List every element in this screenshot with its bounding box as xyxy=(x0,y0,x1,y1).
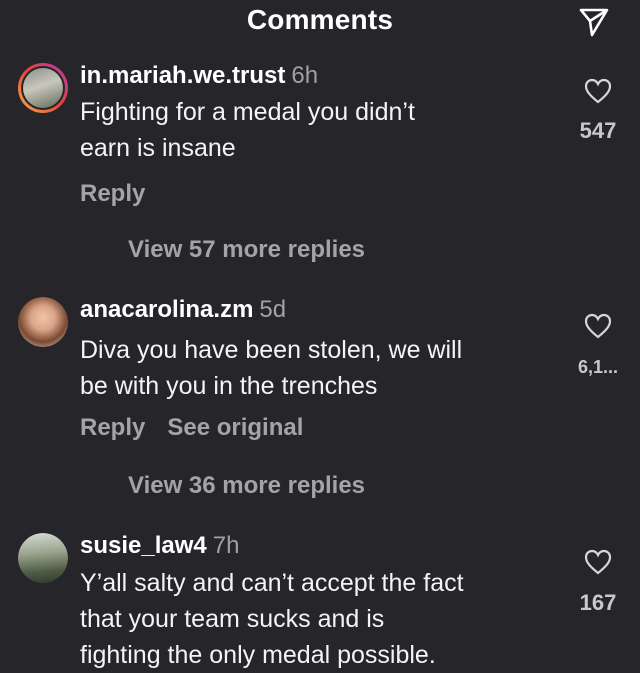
see-original-button[interactable]: See original xyxy=(167,414,303,441)
comment-time: 7h xyxy=(212,532,240,559)
send-icon[interactable] xyxy=(578,6,610,38)
comment-text: Fighting for a medal you didn’t earn is … xyxy=(80,98,415,162)
comment-username[interactable]: in.mariah.we.trust xyxy=(80,62,285,89)
like-heart-icon[interactable] xyxy=(584,78,612,104)
comment-username[interactable]: susie_law4 xyxy=(80,532,207,559)
comment-time: 6h xyxy=(291,62,319,89)
comment-text: Diva you have been stolen, we will be wi… xyxy=(80,336,463,400)
comments-header: Comments xyxy=(0,0,640,44)
avatar[interactable] xyxy=(18,533,68,583)
page-title: Comments xyxy=(246,4,394,35)
like-count: 167 xyxy=(579,590,617,615)
view-replies-link[interactable]: View 57 more replies xyxy=(128,236,365,264)
comment-time: 5d xyxy=(259,296,287,323)
avatar[interactable] xyxy=(18,63,68,113)
avatar[interactable] xyxy=(18,297,68,347)
comment-username[interactable]: anacarolina.zm xyxy=(80,296,253,323)
reply-button[interactable]: Reply xyxy=(80,414,145,441)
like-heart-icon[interactable] xyxy=(584,313,612,339)
like-count: 6,1... xyxy=(577,357,619,377)
like-count: 547 xyxy=(579,118,617,143)
reply-button[interactable]: Reply xyxy=(80,180,145,207)
comment-text: Y’all salty and can’t accept the fact th… xyxy=(80,569,464,669)
like-heart-icon[interactable] xyxy=(584,549,612,575)
view-replies-link[interactable]: View 36 more replies xyxy=(128,472,365,500)
